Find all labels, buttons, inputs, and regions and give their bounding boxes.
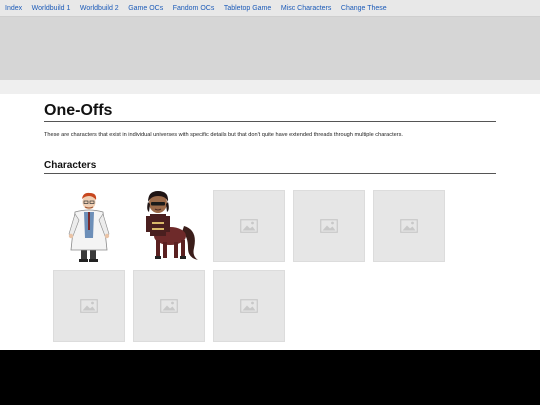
- centaur-character-portrait: [146, 191, 198, 260]
- image-placeholder-icon: [80, 299, 98, 313]
- image-placeholder-icon: [320, 219, 338, 233]
- header-banner: [0, 17, 540, 80]
- character-tile-centaur[interactable]: [133, 190, 205, 262]
- character-tile-placeholder[interactable]: [53, 270, 125, 342]
- character-tile-placeholder[interactable]: [213, 190, 285, 262]
- character-tile-placeholder[interactable]: [373, 190, 445, 262]
- character-tile-placeholder[interactable]: [293, 190, 365, 262]
- main-content: One-Offs These are characters that exist…: [0, 101, 540, 345]
- nav-link-worldbuild-1[interactable]: Worldbuild 1: [32, 0, 71, 17]
- image-placeholder-icon: [160, 299, 178, 313]
- nav-link-change-these[interactable]: Change These: [341, 0, 387, 17]
- page-canvas: Index Worldbuild 1 Worldbuild 2 Game OCs…: [0, 0, 540, 350]
- section-heading-characters: Characters: [44, 160, 496, 174]
- nav-link-fandom-ocs[interactable]: Fandom OCs: [173, 0, 215, 17]
- page-title: One-Offs: [44, 101, 496, 122]
- nav-link-tabletop-game[interactable]: Tabletop Game: [224, 0, 271, 17]
- top-nav: Index Worldbuild 1 Worldbuild 2 Game OCs…: [0, 0, 540, 17]
- banner-divider: [0, 80, 540, 94]
- image-placeholder-icon: [400, 219, 418, 233]
- character-tile-placeholder[interactable]: [213, 270, 285, 342]
- nav-link-index[interactable]: Index: [5, 0, 22, 17]
- image-placeholder-icon: [240, 299, 258, 313]
- nav-link-worldbuild-2[interactable]: Worldbuild 2: [80, 0, 119, 17]
- character-tile-doctor[interactable]: [53, 190, 125, 262]
- page-description: These are characters that exist in indiv…: [44, 132, 403, 138]
- character-tile-placeholder[interactable]: [133, 270, 205, 342]
- character-gallery: [53, 190, 496, 345]
- doctor-character-portrait: [68, 192, 110, 262]
- image-placeholder-icon: [240, 219, 258, 233]
- nav-link-game-ocs[interactable]: Game OCs: [128, 0, 163, 17]
- nav-link-misc-characters[interactable]: Misc Characters: [281, 0, 332, 17]
